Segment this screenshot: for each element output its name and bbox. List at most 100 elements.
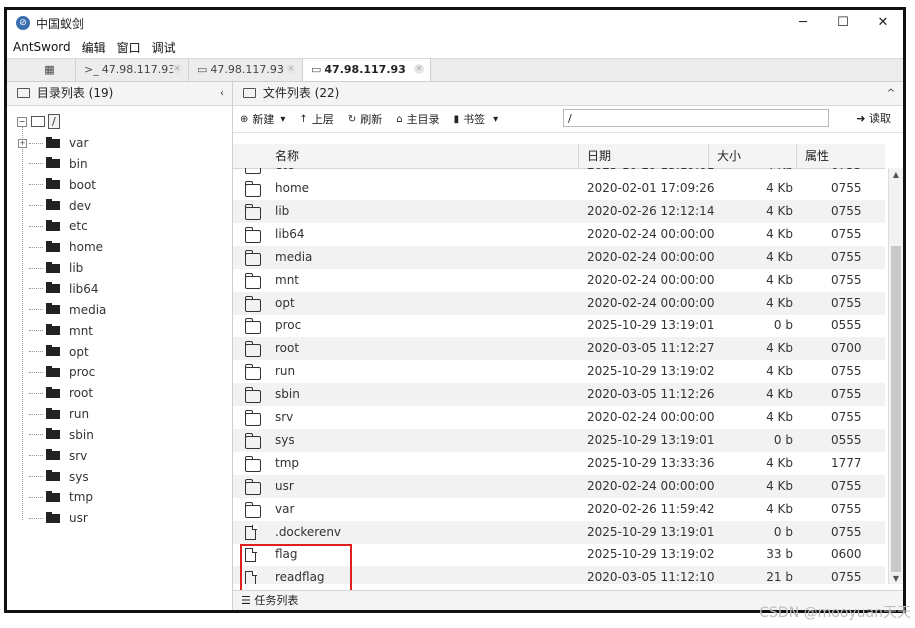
table-row[interactable]: root 2020-03-05 11:12:27 4 Kb 0700 [233, 337, 885, 361]
folder-icon [244, 295, 261, 312]
tree-item-tmp[interactable]: tmp [29, 487, 93, 507]
read-label: 读取 [869, 112, 891, 125]
table-row[interactable]: opt 2020-02-24 00:00:00 4 Kb 0755 [233, 291, 885, 315]
column-attr[interactable]: 属性 [797, 144, 885, 168]
tab-file-manager[interactable]: ▭ 47.98.117.93 ✕ [303, 59, 431, 81]
tab-close-icon[interactable]: ✕ [414, 64, 424, 74]
table-row[interactable]: media 2020-02-24 00:00:00 4 Kb 0755 [233, 245, 885, 269]
directory-panel: 目录列表 (19) ‹ − / + var bin boot dev etc home lib… [7, 82, 233, 610]
file-attr: 0755 [831, 524, 862, 539]
file-size: 0 b [773, 432, 793, 447]
table-row[interactable]: srv 2020-02-24 00:00:00 4 Kb 0755 [233, 406, 885, 429]
tree-item-root[interactable]: root [29, 383, 93, 403]
file-toolbar: ⊕新建 ▾ ↑上层 ↻刷新 ⌂主目录 ▮书签 ▾ ➜ 读取 [233, 106, 903, 133]
new-button[interactable]: ⊕ 新建 ▾ [233, 111, 292, 127]
column-date[interactable]: 日期 [579, 144, 709, 168]
close-button[interactable]: ✕ [863, 10, 903, 36]
file-size: 4 Kb [766, 341, 793, 356]
tab-close-icon[interactable]: ✕ [286, 64, 296, 74]
column-name[interactable]: 名称 [233, 144, 579, 168]
tree-item-label: lib64 [69, 281, 99, 296]
tree-item-boot[interactable]: boot [29, 175, 96, 195]
menu-edit[interactable]: 编辑 [76, 39, 111, 56]
table-row[interactable]: sys 2025-10-29 13:19:01 0 b 0555 [233, 428, 885, 452]
menu-antsword[interactable]: AntSword [7, 40, 76, 54]
tree-item-var[interactable]: + var [18, 133, 88, 153]
tree-item-srv[interactable]: srv [29, 446, 87, 466]
scrollbar-thumb[interactable] [891, 246, 901, 572]
tab-close-icon[interactable]: ✕ [172, 64, 182, 74]
tree-item-label: boot [69, 177, 97, 192]
file-size: 4 Kb [766, 226, 793, 241]
tree-connector [29, 288, 43, 290]
tree-item-run[interactable]: run [29, 404, 89, 424]
folder-outline-icon [243, 88, 256, 98]
refresh-button[interactable]: ↻ 刷新 [341, 111, 389, 127]
table-row[interactable]: sbin 2020-03-05 11:12:26 4 Kb 0755 [233, 383, 885, 407]
collapse-up-icon[interactable]: ^ [887, 82, 895, 105]
menu-debug[interactable]: 调试 [146, 39, 181, 56]
folder-icon [244, 203, 261, 220]
table-row[interactable]: var 2020-02-26 11:59:42 4 Kb 0755 [233, 498, 885, 521]
table-row[interactable]: home 2020-02-01 17:09:26 4 Kb 0755 [233, 177, 885, 200]
table-row[interactable]: run 2025-10-29 13:19:02 4 Kb 0755 [233, 360, 885, 383]
table-row[interactable]: proc 2025-10-29 13:19:01 0 b 0555 [233, 314, 885, 337]
tree-item-sys[interactable]: sys [29, 467, 89, 487]
collapse-tree-icon[interactable]: − [17, 116, 27, 127]
tree-connector [29, 225, 43, 227]
tree-item-lib64[interactable]: lib64 [29, 279, 99, 299]
tree-item-lib[interactable]: lib [29, 258, 83, 278]
tree-item-label: proc [69, 365, 96, 380]
minimize-button[interactable]: ─ [783, 10, 823, 36]
folder-icon [244, 318, 261, 335]
bookmark-button[interactable]: ▮ 书签 ▾ [447, 111, 506, 127]
file-date: 2025-10-29 13:19:02 [587, 547, 715, 562]
tree-item-label: etc [69, 219, 88, 234]
read-button[interactable]: ➜ 读取 [856, 110, 891, 126]
folder-icon [244, 181, 261, 197]
file-attr: 0755 [831, 501, 862, 516]
tree-item-usr[interactable]: usr [29, 508, 88, 528]
up-button[interactable]: ↑ 上层 [292, 111, 340, 127]
file-grid-scrollbar[interactable]: ▲ ▼ [888, 168, 903, 584]
file-date: 2025-10-29 13:33:36 [587, 455, 715, 470]
tab-terminal[interactable]: >_ 47.98.117.93 ✕ [76, 59, 189, 81]
column-size[interactable]: 大小 [709, 144, 797, 168]
menu-window[interactable]: 窗口 [111, 39, 146, 56]
tree-item-sbin[interactable]: sbin [29, 425, 94, 445]
tree-item-opt[interactable]: opt [29, 342, 89, 362]
table-row[interactable]: usr 2020-02-24 00:00:00 4 Kb 0755 [233, 474, 885, 498]
file-attr: 0755 [831, 387, 862, 402]
table-row[interactable]: .dockerenv 2025-10-29 13:19:01 0 b 0755 [233, 520, 885, 544]
collapse-left-icon[interactable]: ‹ [220, 82, 224, 105]
tree-item-etc[interactable]: etc [29, 216, 88, 236]
tree-item-home[interactable]: home [29, 237, 103, 257]
file-date: 2020-02-24 00:00:00 [587, 249, 715, 264]
file-attr: 0555 [831, 432, 862, 447]
tree-item-label: sys [69, 469, 89, 484]
table-row[interactable]: lib 2020-02-26 12:12:14 4 Kb 0755 [233, 199, 885, 223]
tree-item-bin[interactable]: bin [29, 154, 88, 174]
path-input[interactable] [563, 109, 829, 127]
scroll-up-icon[interactable]: ▲ [889, 170, 903, 179]
tree-item-proc[interactable]: proc [29, 362, 95, 382]
tab-database[interactable]: ▭ 47.98.117.93 ✕ [189, 59, 303, 81]
home-dir-button[interactable]: ⌂ 主目录 [389, 111, 446, 127]
table-row[interactable]: etc 2025-10-29 13:19:01 4 Kb 0755 [233, 168, 885, 177]
tab-home[interactable]: ▦ [24, 59, 76, 81]
table-row[interactable]: mnt 2020-02-24 00:00:00 4 Kb 0755 [233, 269, 885, 292]
tree-item-mnt[interactable]: mnt [29, 321, 93, 341]
table-row[interactable]: lib64 2020-02-24 00:00:00 4 Kb 0755 [233, 223, 885, 246]
expand-tree-icon[interactable]: + [18, 139, 27, 148]
tree-item-media[interactable]: media [29, 300, 106, 320]
scroll-down-icon[interactable]: ▼ [889, 574, 903, 583]
tree-connector [29, 517, 43, 519]
new-label: 新建 [252, 113, 275, 126]
folder-icon [244, 387, 261, 404]
tree-item-dev[interactable]: dev [29, 196, 91, 216]
file-name: srv [275, 410, 294, 424]
table-row[interactable]: tmp 2025-10-29 13:33:36 4 Kb 1777 [233, 452, 885, 475]
file-attr: 0755 [831, 181, 862, 195]
maximize-button[interactable]: ☐ [823, 10, 863, 36]
tree-root[interactable]: − / [17, 114, 60, 129]
